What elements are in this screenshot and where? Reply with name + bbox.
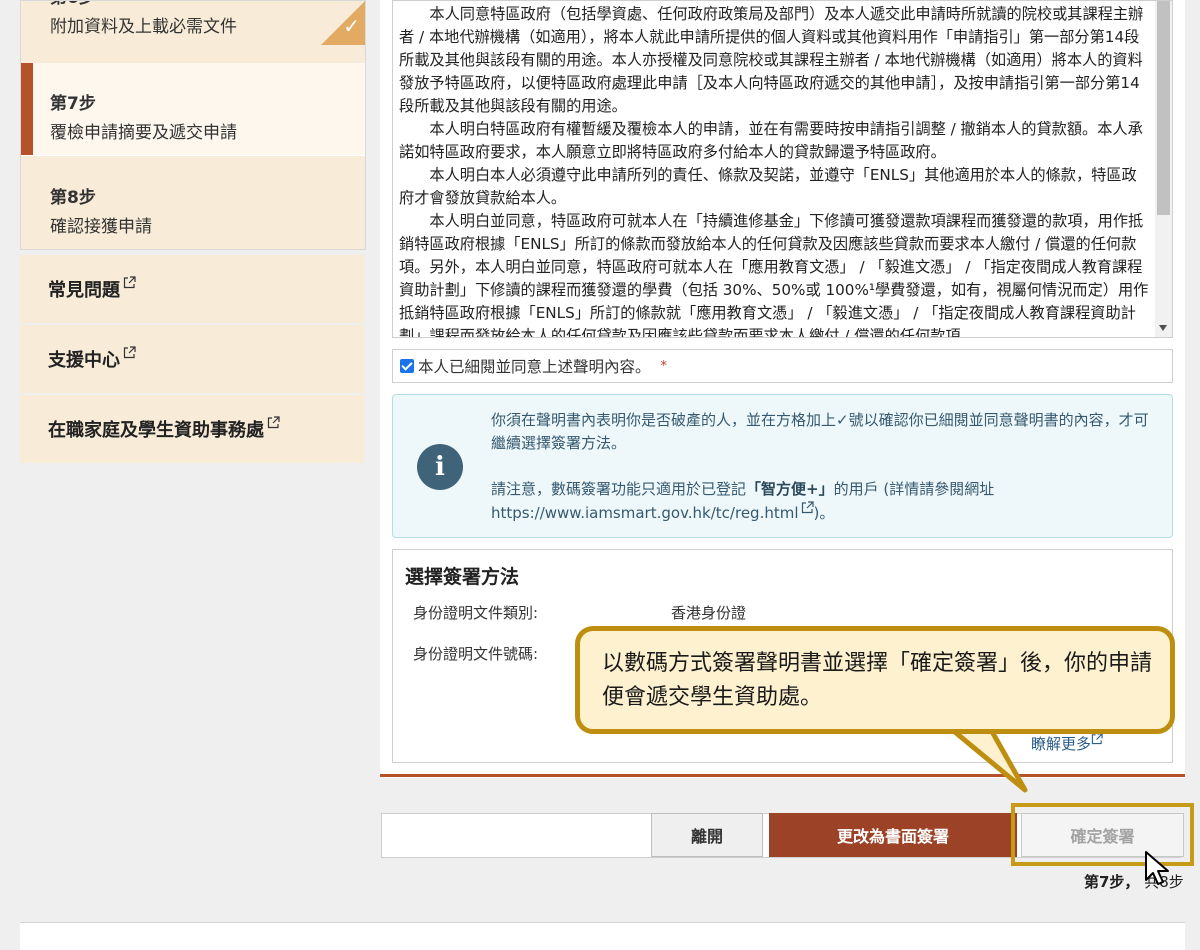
scrollbar-thumb[interactable]: [1157, 1, 1170, 215]
step-6-number: 第6步: [50, 1, 365, 8]
support-centre-link[interactable]: 支援中心: [20, 325, 364, 393]
external-link-icon: [123, 275, 136, 288]
step-list: 第6步 附加資料及上載必需文件 ✓ 第7步 覆檢申請摘要及遞交申請 第8步 確認…: [20, 0, 366, 250]
step-counter-current: 第7步，: [1084, 873, 1140, 891]
iamsmart-label: 「智方便+」: [746, 480, 834, 498]
step-8-number: 第8步: [50, 188, 96, 208]
support-centre-label: 支援中心: [48, 350, 120, 371]
external-link-icon: [1091, 733, 1103, 745]
callout-bubble: 以數碼方式簽署聲明書並選擇「確定簽署」後，你的申請便會遞交學生資助處。: [575, 626, 1175, 734]
learn-more-label: 瞭解更多: [1031, 735, 1092, 753]
info-line-1: 你須在聲明書內表明你是否破產的人，並在方格加上✓號以確認你已細閱並同意聲明書的內…: [491, 411, 1149, 452]
declaration-paragraph: 本人明白並同意，特區政府可就本人在「持續進修基金」下修讀可獲發還款項課程而獲發還…: [399, 212, 1149, 338]
declaration-paragraph: 本人明白本人必須遵守此申請所列的責任、條款及契諾，並遵守「ENLS」其他適用於本…: [399, 166, 1137, 207]
info-text: 你須在聲明書內表明你是否破產的人，並在方格加上✓號以確認你已細閱並同意聲明書的內…: [491, 409, 1151, 525]
id-number-label: 身份證明文件號碼:: [413, 645, 539, 663]
external-link-icon: [267, 415, 280, 428]
callout-text: 以數碼方式簽署聲明書並選擇「確定簽署」後，你的申請便會遞交學生資助處。: [602, 651, 1153, 710]
info-line-2: 請注意，數碼簽署功能只適用於已登記「智方便+」的用戶 (詳情請參閱網址 https…: [491, 478, 1151, 525]
faq-link-label: 常見問題: [48, 280, 120, 301]
footer-area: [20, 922, 1185, 950]
step-7-title: 覆檢申請摘要及遞交申請: [50, 123, 237, 143]
wfsfaa-label: 在職家庭及學生資助事務處: [48, 420, 264, 441]
info-icon: i: [417, 444, 463, 490]
required-mark: *: [660, 358, 668, 374]
info-url-suffix: )。: [813, 504, 835, 522]
step-6-title: 附加資料及上載必需文件: [50, 17, 237, 37]
agree-checkbox[interactable]: [400, 359, 414, 373]
mouse-cursor-icon: [1145, 851, 1169, 885]
paper-sign-button[interactable]: 更改為書面簽署: [769, 813, 1017, 857]
scroll-down-arrow-icon[interactable]: [1159, 325, 1167, 331]
wfsfaa-link[interactable]: 在職家庭及學生資助事務處: [20, 395, 364, 463]
info-box: i 你須在聲明書內表明你是否破產的人，並在方格加上✓號以確認你已細閱並同意聲明書…: [392, 394, 1173, 538]
sign-method-title: 選擇簽署方法: [405, 566, 520, 588]
step-8-title: 確認接獲申請: [50, 217, 152, 237]
checkmark-icon: ✓: [343, 14, 360, 38]
declaration-paragraph: 本人同意特區政府（包括學資處、任何政府政策局及部門）及本人遞交此申請時所就讀的院…: [399, 5, 1144, 115]
leave-button[interactable]: 離開: [651, 813, 763, 857]
scrollbar[interactable]: [1155, 1, 1172, 337]
faq-link[interactable]: 常見問題: [20, 255, 364, 323]
step-8[interactable]: 第8步 確認接獲申請: [21, 155, 365, 249]
iamsmart-url-link[interactable]: https://www.iamsmart.gov.hk/tc/reg.html: [491, 504, 799, 522]
external-link-icon: [123, 345, 136, 358]
id-type-label: 身份證明文件類別:: [413, 604, 539, 622]
agree-row[interactable]: 本人已細閱並同意上述聲明內容。 *: [392, 349, 1173, 383]
learn-more-link[interactable]: 瞭解更多: [1031, 733, 1103, 754]
step-7-number: 第7步: [50, 94, 96, 114]
step-6[interactable]: 第6步 附加資料及上載必需文件 ✓: [21, 1, 365, 63]
external-link-icon: [801, 501, 814, 514]
declaration-paragraph: 本人明白特區政府有權暫緩及覆檢本人的申請，並在有需要時按申請指引調整 / 撤銷本…: [399, 120, 1143, 161]
declaration-text: 本人同意特區政府（包括學資處、任何政府政策局及部門）及本人遞交此申請時所就讀的院…: [399, 3, 1149, 338]
info-line-2-suffix: 的用戶 (詳情請參閱網址: [833, 480, 995, 498]
agree-label: 本人已細閱並同意上述聲明內容。: [418, 358, 651, 376]
info-line-2-prefix: 請注意，數碼簽署功能只適用於已登記: [491, 480, 747, 498]
declaration-box[interactable]: 本人同意特區政府（包括學資處、任何政府政策局及部門）及本人遞交此申請時所就讀的院…: [392, 0, 1173, 338]
section-divider: [380, 774, 1185, 777]
callout-tail: [947, 728, 1028, 793]
id-type-value: 香港身份證: [671, 604, 747, 622]
step-7-current[interactable]: 第7步 覆檢申請摘要及遞交申請: [21, 63, 365, 155]
